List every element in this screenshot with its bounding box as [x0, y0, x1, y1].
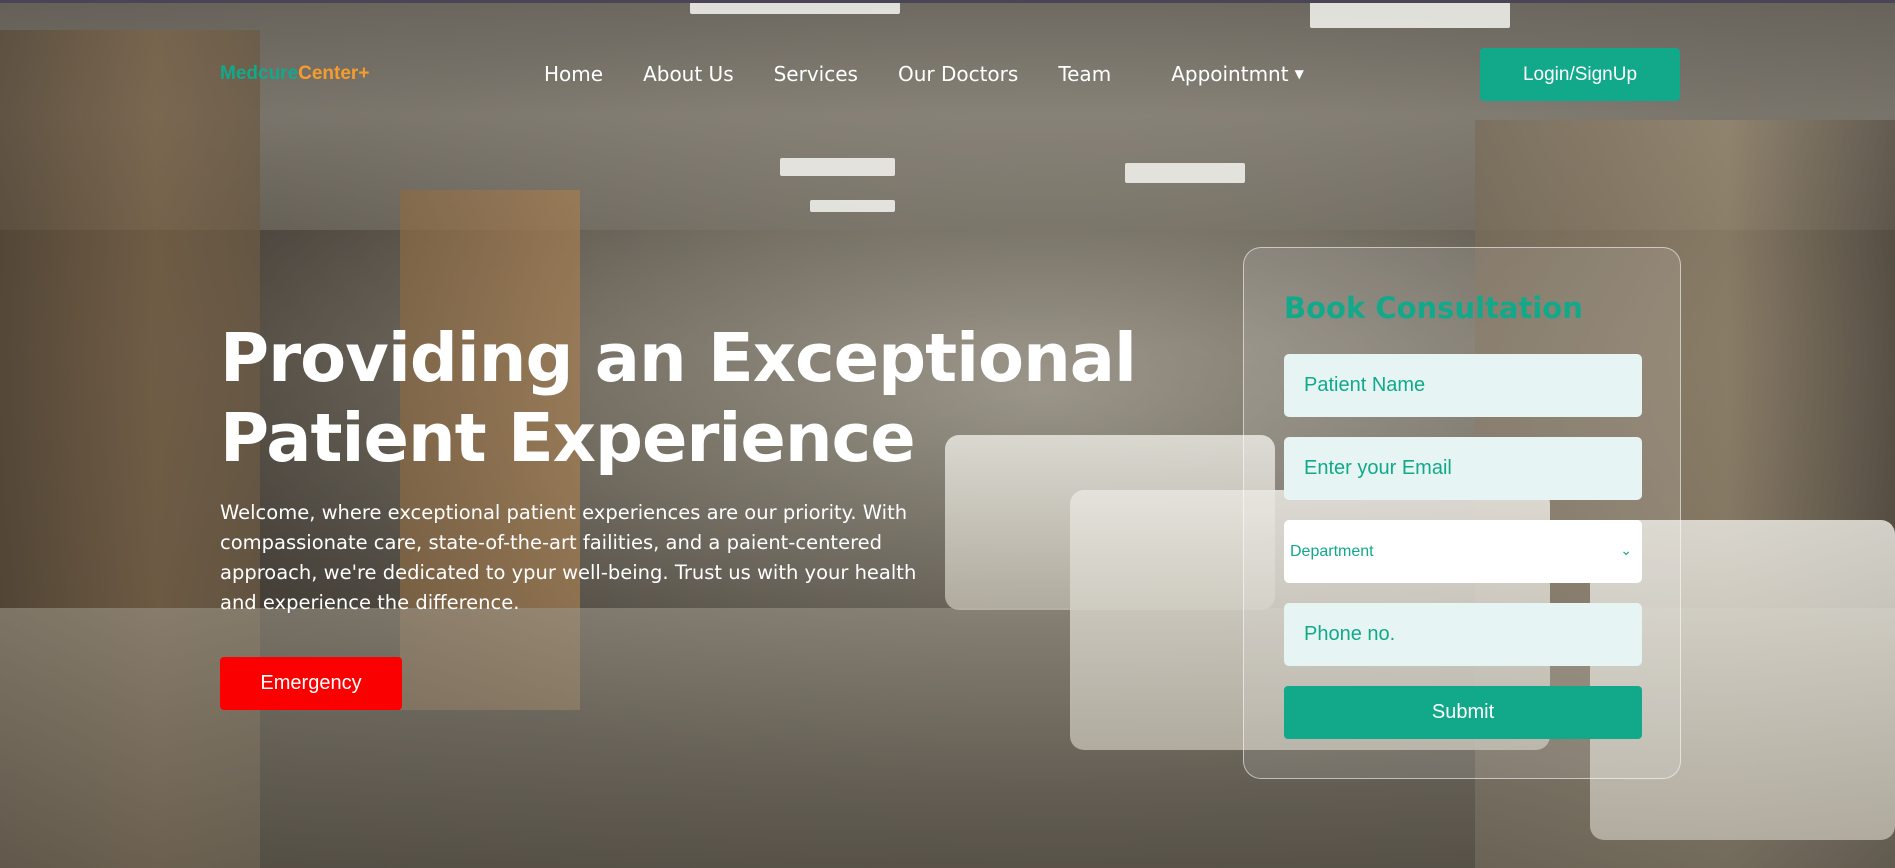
main-menu: Home About Us Services Our Doctors Team …	[544, 62, 1344, 86]
ceiling-light	[780, 158, 895, 176]
logo-part-primary: Medcure	[220, 63, 299, 84]
nav-appointment-label: Appointmnt	[1171, 62, 1289, 86]
email-input[interactable]	[1284, 437, 1642, 500]
logo-part-secondary: Center+	[298, 63, 370, 84]
caret-down-icon: ▼	[1294, 67, 1304, 81]
hero-description: Welcome, where exceptional patient exper…	[220, 501, 917, 614]
nav-team[interactable]: Team	[1058, 62, 1111, 86]
submit-button[interactable]: Submit	[1284, 686, 1642, 739]
chevron-down-icon: ⌄	[1620, 542, 1632, 558]
navbar: MedcureCenter+ Home About Us Services Ou…	[0, 0, 1895, 110]
department-select[interactable]: Department ⌄	[1284, 520, 1642, 583]
hero-title-line1: Providing an Exceptional	[220, 319, 1137, 397]
hero-title: Providing an Exceptional Patient Experie…	[220, 318, 1140, 478]
ceiling-light	[1125, 163, 1245, 183]
nav-about-us[interactable]: About Us	[643, 62, 734, 86]
ceiling-light	[810, 200, 895, 212]
nav-appointment-dropdown[interactable]: Appointmnt ▼	[1171, 62, 1304, 86]
emergency-button[interactable]: Emergency	[220, 657, 402, 710]
hero-title-line2: Patient Experience	[220, 399, 916, 477]
patient-name-input[interactable]	[1284, 354, 1642, 417]
logo[interactable]: MedcureCenter+	[220, 63, 369, 85]
nav-home[interactable]: Home	[544, 62, 603, 86]
form-title: Book Consultation	[1284, 291, 1583, 325]
login-signup-button[interactable]: Login/SignUp	[1480, 48, 1680, 101]
booking-form-card: Book Consultation Department ⌄ Submit	[1243, 247, 1681, 779]
nav-services[interactable]: Services	[774, 62, 858, 86]
department-value: Department	[1290, 542, 1374, 560]
nav-our-doctors[interactable]: Our Doctors	[898, 62, 1018, 86]
phone-input[interactable]	[1284, 603, 1642, 666]
